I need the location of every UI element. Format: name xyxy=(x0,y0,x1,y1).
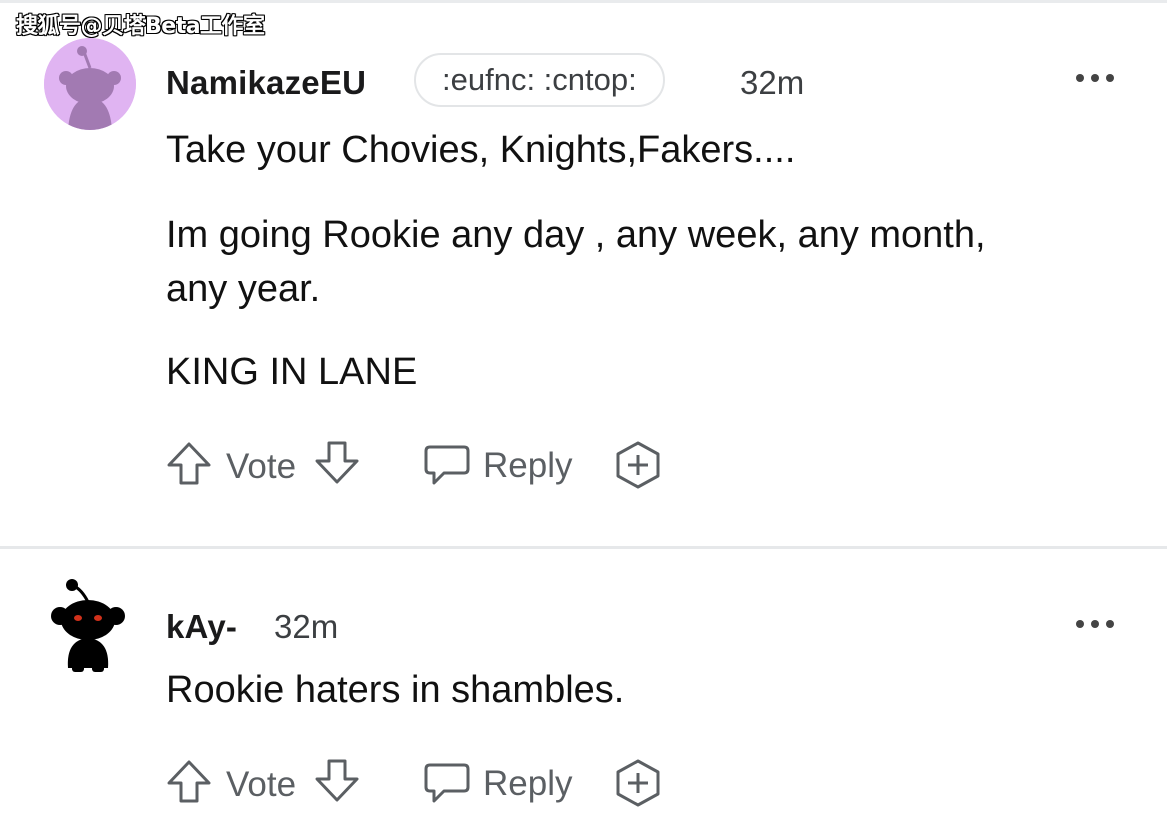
user-flair: :eufnc: :cntop: xyxy=(414,53,665,107)
avatar[interactable] xyxy=(44,38,136,130)
snoo-avatar-icon xyxy=(51,579,125,672)
comment-text: any year. xyxy=(166,268,321,310)
vote-label: Vote xyxy=(226,765,297,804)
comment-actions: Vote Reply xyxy=(164,755,764,815)
reply-button[interactable]: Reply xyxy=(483,446,572,486)
comment-author[interactable]: kAy- xyxy=(166,608,237,646)
comment-text: Rookie haters in shambles. xyxy=(166,669,625,711)
comment-timestamp: 32m xyxy=(274,608,339,645)
comment: kAy- 32m Rookie haters in shambles. Vote… xyxy=(0,552,1167,829)
upvote-arrow-icon[interactable] xyxy=(164,439,214,489)
reply-bubble-icon[interactable] xyxy=(422,439,472,489)
more-options-icon[interactable] xyxy=(1074,618,1118,630)
comment-actions: Vote Reply xyxy=(164,437,764,497)
comment-thread: 搜狐号@贝塔Beta工作室 NamikazeEU :eufnc: :cntop:… xyxy=(0,0,1167,829)
more-options-icon[interactable] xyxy=(1074,72,1118,84)
award-plus-icon[interactable] xyxy=(612,439,664,491)
comment-divider xyxy=(0,546,1167,549)
comment-text: Im going Rookie any day , any week, any … xyxy=(166,214,986,256)
watermark: 搜狐号@贝塔Beta工作室 xyxy=(16,14,265,39)
vote-label: Vote xyxy=(226,447,297,486)
upvote-arrow-icon[interactable] xyxy=(164,757,214,807)
reply-bubble-icon[interactable] xyxy=(422,757,472,807)
comment-text: KING IN LANE xyxy=(166,351,418,393)
comment-text: Take your Chovies, Knights,Fakers.... xyxy=(166,129,796,171)
avatar[interactable] xyxy=(48,576,128,676)
reply-button[interactable]: Reply xyxy=(483,764,572,804)
comment-author[interactable]: NamikazeEU xyxy=(166,64,366,102)
comment: NamikazeEU :eufnc: :cntop: 32m Take your… xyxy=(0,30,1167,545)
downvote-arrow-icon[interactable] xyxy=(312,755,362,805)
award-plus-icon[interactable] xyxy=(612,757,664,809)
snoo-avatar-icon xyxy=(44,38,136,130)
top-border xyxy=(0,0,1167,3)
downvote-arrow-icon[interactable] xyxy=(312,437,362,487)
comment-timestamp: 32m xyxy=(740,64,805,101)
